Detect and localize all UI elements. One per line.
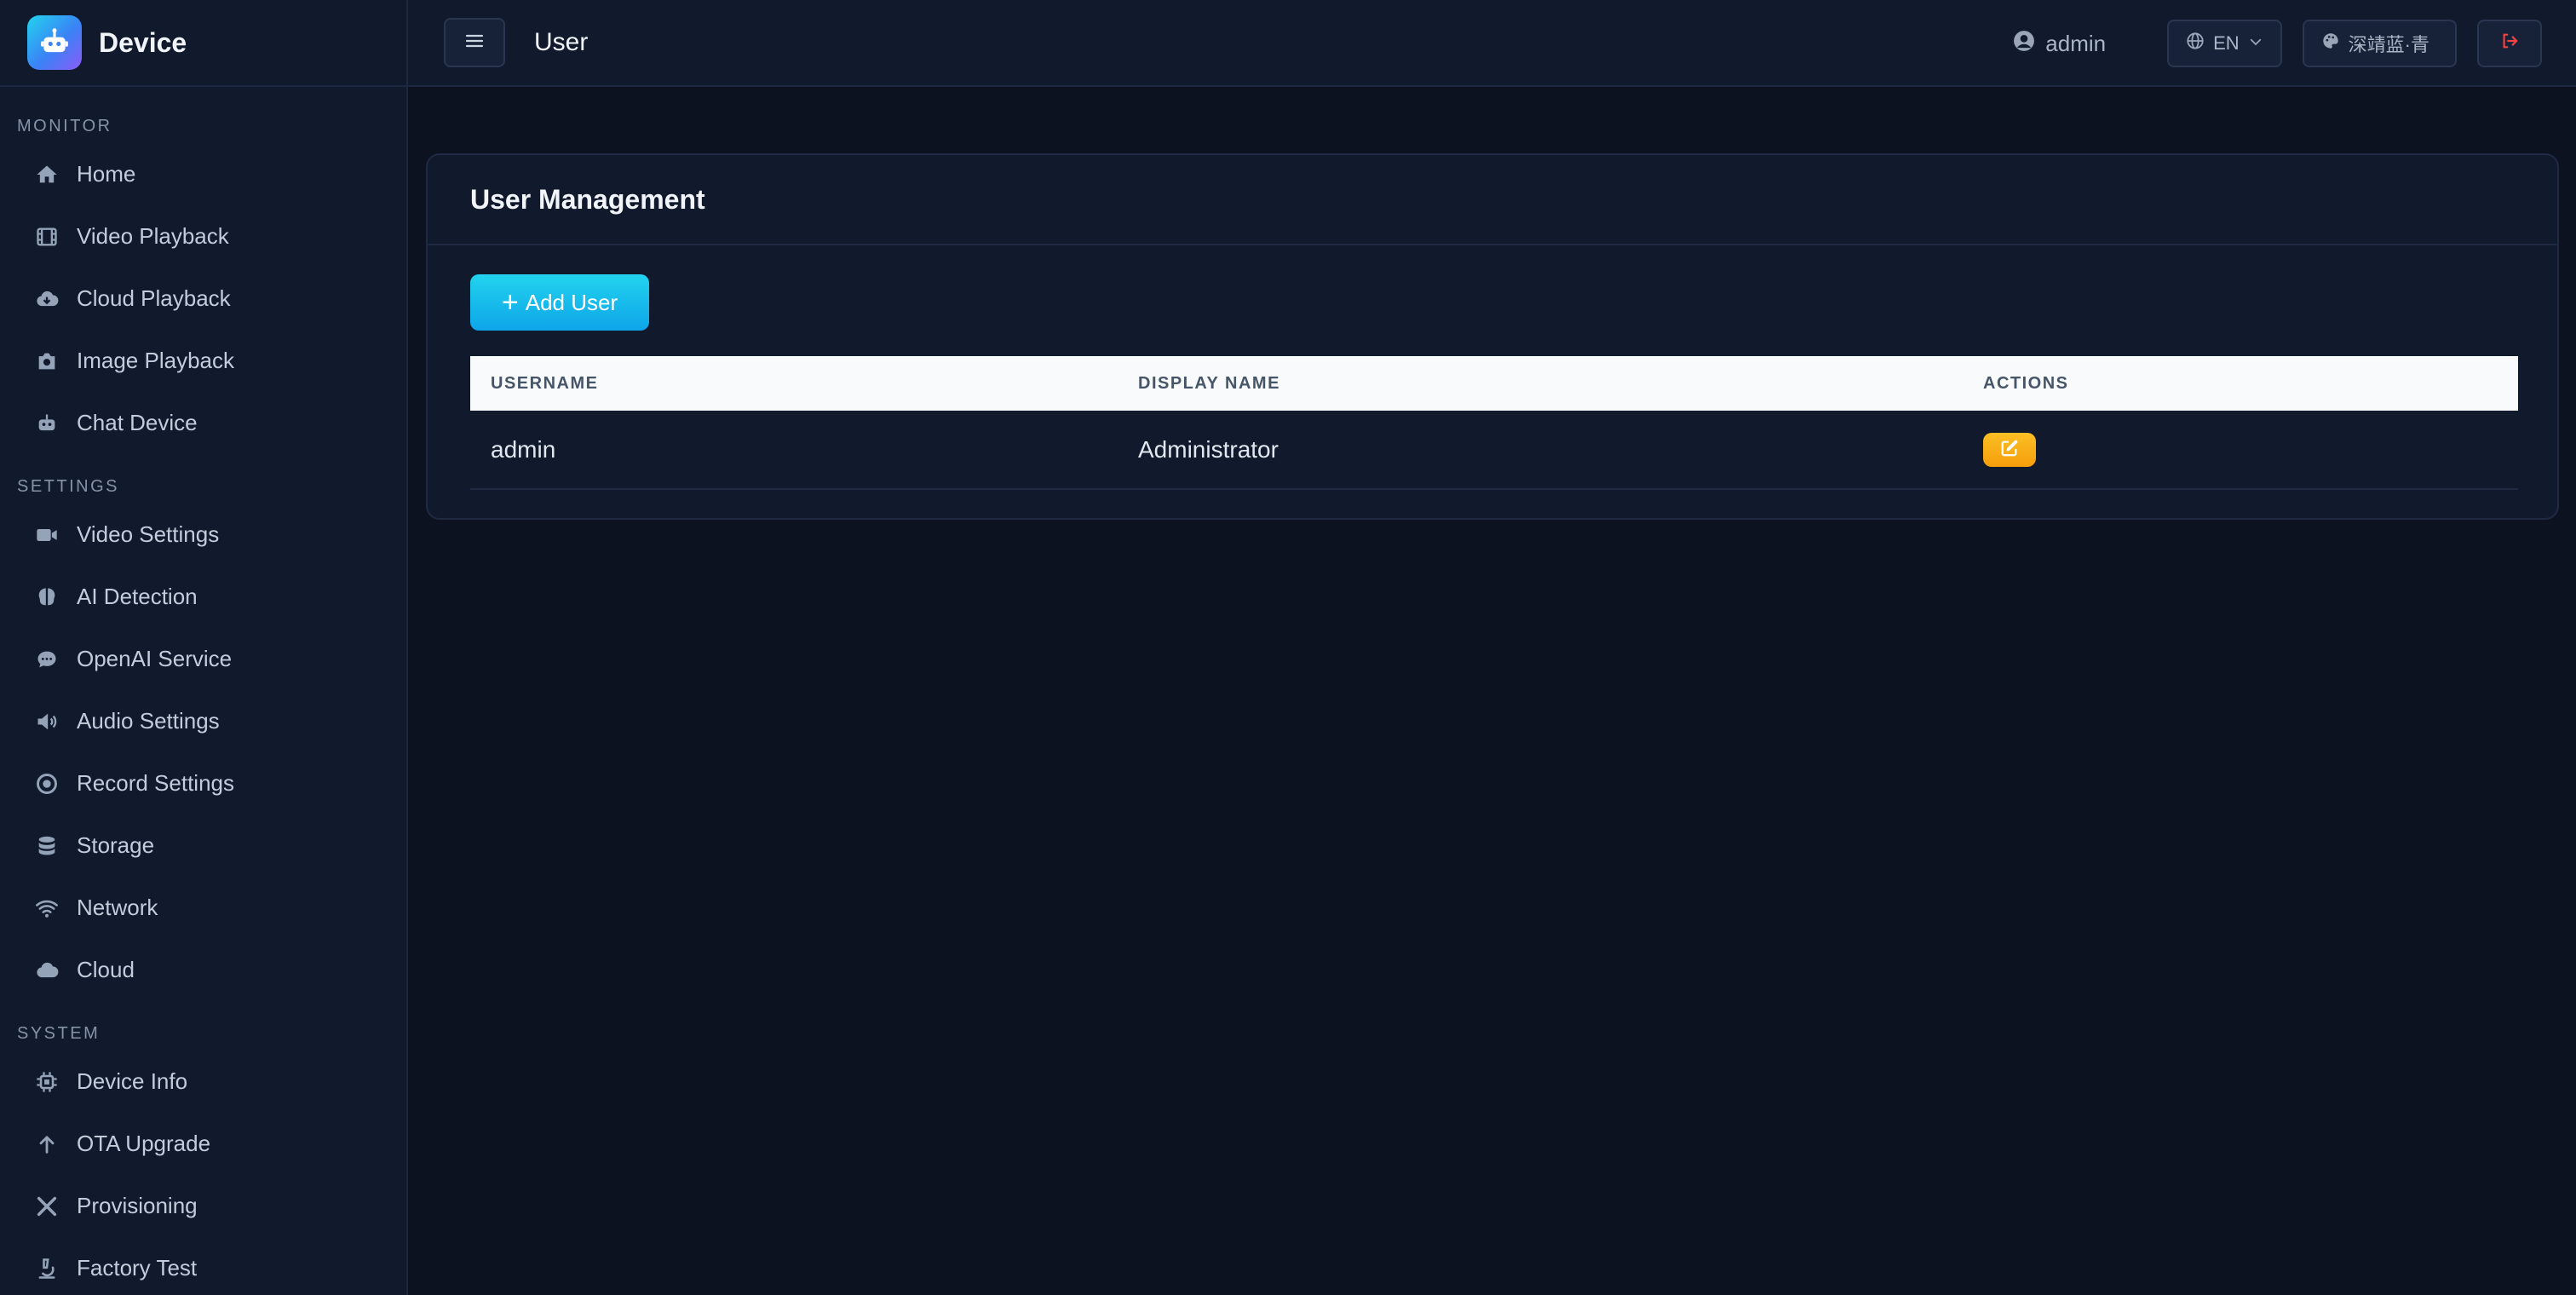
- sidebar-item-record-settings[interactable]: Record Settings: [0, 752, 406, 814]
- sidebar-item-label: Network: [77, 895, 158, 920]
- logout-button[interactable]: [2477, 20, 2542, 67]
- sidebar-item-device-info[interactable]: Device Info: [0, 1050, 406, 1113]
- sidebar-item-label: Home: [77, 161, 136, 187]
- sidebar-item-home[interactable]: Home: [0, 143, 406, 205]
- robot-icon: [34, 411, 60, 436]
- header-actions: admin EN 深靖蓝·青: [2013, 19, 2542, 68]
- sidebar-item-label: OTA Upgrade: [77, 1131, 211, 1156]
- sidebar-item-label: Chat Device: [77, 410, 198, 435]
- sidebar-item-label: Image Playback: [77, 348, 234, 373]
- sidebar-item-openai-service[interactable]: OpenAI Service: [0, 628, 406, 690]
- video-icon: [34, 522, 60, 548]
- cell-username: admin: [470, 411, 1118, 490]
- sidebar-item-label: Factory Test: [77, 1255, 198, 1281]
- user-management-card: User Management + Add User USERNAME DISP…: [426, 153, 2559, 520]
- sidebar-item-provisioning[interactable]: Provisioning: [0, 1175, 406, 1237]
- edit-icon: [2000, 436, 2019, 463]
- users-table: USERNAME DISPLAY NAME ACTIONS admin Admi…: [470, 356, 2518, 490]
- cloud-icon: [34, 958, 60, 983]
- column-header-username[interactable]: USERNAME: [470, 356, 1118, 411]
- table-header-row: USERNAME DISPLAY NAME ACTIONS: [470, 356, 2518, 411]
- hamburger-icon: [464, 31, 485, 55]
- sidebar-item-label: Cloud: [77, 957, 135, 982]
- camera-icon: [34, 348, 60, 374]
- cell-actions: [1963, 411, 2518, 490]
- page-title: User: [534, 28, 589, 56]
- brand[interactable]: Device: [0, 0, 406, 87]
- sidebar-item-ota-upgrade[interactable]: OTA Upgrade: [0, 1113, 406, 1175]
- record-icon: [34, 771, 60, 797]
- section-label-system: SYSTEM: [17, 1024, 101, 1043]
- top-header: User admin EN 深靖蓝·青: [408, 0, 2576, 87]
- card-title: User Management: [470, 183, 705, 215]
- card-header: User Management: [428, 155, 2557, 245]
- app: Device MONITOR Home Video Playback Cloud…: [0, 0, 2576, 1295]
- language-label: EN: [2213, 32, 2240, 54]
- sidebar-item-storage[interactable]: Storage: [0, 814, 406, 877]
- sidebar: Device MONITOR Home Video Playback Cloud…: [0, 0, 408, 1295]
- sidebar-item-network[interactable]: Network: [0, 877, 406, 939]
- wifi-icon: [34, 895, 60, 921]
- chat-icon: [34, 647, 60, 672]
- column-header-actions: ACTIONS: [1983, 373, 2069, 393]
- sidebar-item-label: Device Info: [77, 1068, 188, 1094]
- robot-icon: [27, 15, 82, 70]
- globe-icon: [2186, 32, 2205, 55]
- logout-icon: [2500, 32, 2519, 55]
- sidebar-item-label: Record Settings: [77, 770, 234, 796]
- cloud-download-icon: [34, 286, 60, 312]
- home-icon: [34, 162, 60, 187]
- sidebar-item-label: Video Settings: [77, 521, 220, 547]
- cell-display-name: Administrator: [1118, 411, 1963, 490]
- table-row: admin Administrator: [470, 411, 2518, 490]
- sidebar-item-label: Video Playback: [77, 223, 229, 249]
- sidebar-item-factory-test[interactable]: Factory Test: [0, 1237, 406, 1295]
- sidebar-item-chat-device[interactable]: Chat Device: [0, 392, 406, 454]
- sidebar-item-label: AI Detection: [77, 584, 198, 609]
- language-select[interactable]: EN: [2167, 20, 2282, 67]
- sidebar-item-label: OpenAI Service: [77, 646, 233, 671]
- column-header-display-name[interactable]: DISPLAY NAME: [1118, 356, 1963, 411]
- sidebar-item-video-settings[interactable]: Video Settings: [0, 504, 406, 566]
- section-label-monitor: MONITOR: [17, 117, 112, 135]
- sidebar-item-audio-settings[interactable]: Audio Settings: [0, 690, 406, 752]
- microscope-icon: [34, 1256, 60, 1281]
- sidebar-item-cloud[interactable]: Cloud: [0, 939, 406, 1001]
- tools-icon: [34, 1194, 60, 1219]
- add-user-label: Add User: [525, 289, 618, 315]
- sidebar-item-label: Audio Settings: [77, 708, 220, 734]
- sidebar-item-video-playback[interactable]: Video Playback: [0, 205, 406, 268]
- chip-icon: [34, 1069, 60, 1095]
- user-circle-icon: [2013, 30, 2045, 58]
- sidebar-item-cloud-playback[interactable]: Cloud Playback: [0, 268, 406, 330]
- chevron-down-icon: [2248, 32, 2263, 55]
- brand-title: Device: [99, 26, 187, 58]
- menu-toggle-button[interactable]: [444, 18, 505, 67]
- film-icon: [34, 224, 60, 250]
- sidebar-item-ai-detection[interactable]: AI Detection: [0, 566, 406, 628]
- theme-select[interactable]: 深靖蓝·青: [2302, 20, 2457, 67]
- speaker-icon: [34, 709, 60, 734]
- sidebar-item-image-playback[interactable]: Image Playback: [0, 330, 406, 392]
- add-user-button[interactable]: + Add User: [470, 274, 649, 331]
- sidebar-item-label: Cloud Playback: [77, 285, 231, 311]
- sidebar-item-label: Provisioning: [77, 1193, 198, 1218]
- edit-user-button[interactable]: [1983, 432, 2036, 467]
- plus-icon: +: [501, 286, 519, 319]
- arrow-up-icon: [34, 1131, 60, 1157]
- palette-icon: [2321, 32, 2340, 55]
- section-label-settings: SETTINGS: [17, 477, 120, 496]
- theme-label: 深靖蓝·青: [2348, 34, 2429, 55]
- brain-icon: [34, 584, 60, 610]
- user-name: admin: [2045, 30, 2107, 56]
- sidebar-item-label: Storage: [77, 832, 155, 858]
- user-menu[interactable]: admin: [2013, 30, 2106, 58]
- database-icon: [34, 833, 60, 859]
